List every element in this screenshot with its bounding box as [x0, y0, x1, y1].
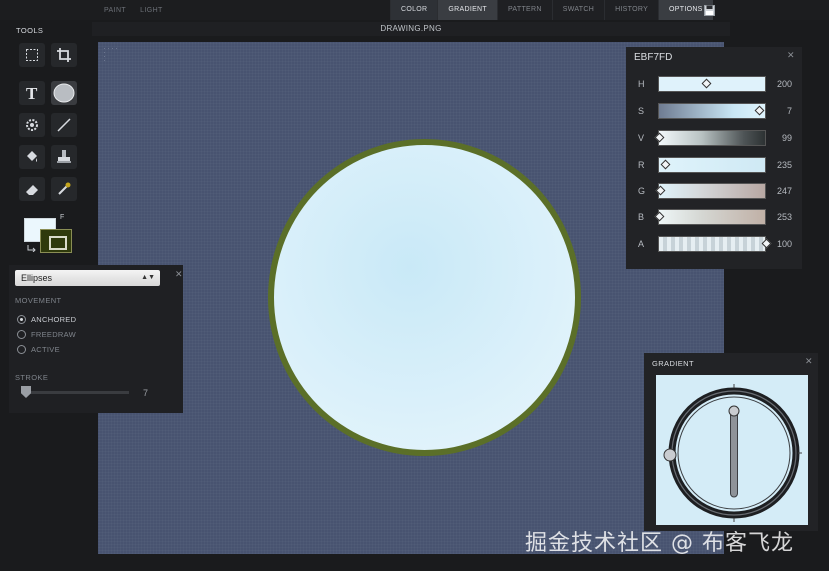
- movement-label: MOVEMENT: [15, 296, 62, 305]
- menu-paint[interactable]: PAINT: [104, 7, 126, 14]
- radio-freedraw[interactable]: FREEDRAW: [17, 328, 137, 340]
- color-hex[interactable]: EBF7FD: [634, 52, 672, 63]
- tools-title: TOOLS: [16, 26, 44, 35]
- channel-name: A: [638, 239, 645, 249]
- svg-text:T: T: [26, 85, 38, 101]
- shape-tool[interactable]: [19, 113, 45, 137]
- channel-row-g: G 247: [626, 183, 802, 199]
- radio-active-label: ACTIVE: [31, 344, 60, 354]
- channel-row-a: A 100: [626, 236, 802, 252]
- panel-tabs: COLOR GRADIENT PATTERN SWATCH HISTORY OP…: [390, 0, 713, 20]
- radio-anchored[interactable]: ANCHORED: [17, 313, 137, 325]
- eraser-tool[interactable]: [19, 177, 45, 201]
- stroke-slider-track[interactable]: [23, 391, 129, 394]
- channel-row-r: R 235: [626, 157, 802, 173]
- floppy-disk-icon: [703, 4, 715, 16]
- gradient-title: GRADIENT: [652, 359, 694, 368]
- channel-value: 247: [776, 186, 792, 196]
- marquee-tool[interactable]: [19, 43, 45, 67]
- eraser-icon: [26, 185, 38, 195]
- radio-dot-icon: [17, 344, 26, 354]
- channel-name: B: [638, 212, 645, 222]
- canvas-corner-marks: [104, 48, 117, 61]
- radio-freedraw-label: FREEDRAW: [31, 329, 77, 339]
- save-button[interactable]: [701, 2, 717, 18]
- tab-gradient[interactable]: GRADIENT: [437, 0, 497, 20]
- text-tool[interactable]: T: [19, 81, 45, 105]
- channel-value: 235: [776, 160, 792, 170]
- crop-icon: [57, 48, 71, 62]
- channel-name: S: [638, 106, 645, 116]
- radio-dot-icon: [17, 329, 26, 339]
- top-menu-bar: PAINT LIGHT COLOR GRADIENT PATTERN SWATC…: [0, 0, 829, 20]
- b-slider[interactable]: [658, 209, 766, 225]
- stroke-value: 7: [143, 388, 149, 398]
- tab-pattern[interactable]: PATTERN: [496, 0, 552, 20]
- gear-icon: [26, 119, 38, 131]
- stamp-icon: [57, 150, 71, 163]
- paint-bucket-icon: [27, 151, 37, 162]
- eyedropper-tool[interactable]: [51, 177, 77, 201]
- channel-value: 200: [776, 79, 792, 89]
- r-slider[interactable]: [658, 157, 766, 173]
- ellipse-icon: [53, 83, 75, 103]
- ellipse-tool[interactable]: [51, 81, 77, 105]
- channel-row-b: B 253: [626, 209, 802, 225]
- channel-row-v: V 99: [626, 130, 802, 146]
- shape-type-select[interactable]: Ellipses ▲▼: [15, 270, 160, 286]
- radio-active[interactable]: ACTIVE: [17, 343, 137, 355]
- shape-type-value: Ellipses: [21, 273, 53, 283]
- stroke-slider-handle[interactable]: [21, 386, 31, 398]
- channel-value: 100: [776, 239, 792, 249]
- g-slider[interactable]: [658, 183, 766, 199]
- bucket-tool[interactable]: [19, 145, 45, 169]
- channel-value: 253: [776, 212, 792, 222]
- color-panel: EBF7FD ✕ H 200 S 7 V 99 R 235 G 247 B 25…: [626, 47, 802, 269]
- line-icon: [57, 118, 71, 132]
- channel-name: H: [638, 79, 645, 89]
- crop-tool[interactable]: [51, 43, 77, 67]
- close-icon[interactable]: ✕: [787, 50, 795, 61]
- stamp-tool[interactable]: [51, 145, 77, 169]
- s-slider[interactable]: [658, 103, 766, 119]
- radio-dot-icon: [17, 314, 26, 324]
- gradient-panel: GRADIENT ✕: [644, 353, 818, 531]
- close-icon[interactable]: ✕: [805, 356, 813, 367]
- stroke-label: STROKE: [15, 373, 49, 382]
- channel-value: 7: [786, 106, 792, 116]
- a-slider[interactable]: [658, 236, 766, 252]
- gradient-editor[interactable]: [656, 375, 808, 525]
- tab-swatch[interactable]: SWATCH: [551, 0, 605, 20]
- radio-anchored-label: ANCHORED: [31, 314, 77, 324]
- line-tool[interactable]: [51, 113, 77, 137]
- channel-name: V: [638, 133, 645, 143]
- channel-name: R: [638, 160, 645, 170]
- tab-history[interactable]: HISTORY: [604, 0, 659, 20]
- gradient-angle-dial[interactable]: [656, 375, 808, 525]
- swap-colors-icon[interactable]: [27, 244, 37, 252]
- ellipse-shape[interactable]: [268, 139, 581, 456]
- foreground-color-swatch[interactable]: [40, 229, 72, 253]
- marquee-icon: [26, 49, 38, 61]
- text-icon: T: [26, 85, 38, 101]
- watermark: 掘金技术社区 @ 布客飞龙: [525, 531, 794, 556]
- h-slider[interactable]: [658, 76, 766, 92]
- swatch-label: F: [60, 214, 65, 221]
- close-icon[interactable]: ✕: [175, 269, 183, 280]
- mode-menu: PAINT LIGHT: [104, 0, 163, 20]
- shape-options-panel: Ellipses ▲▼ ✕ MOVEMENT ANCHORED FREEDRAW…: [9, 265, 183, 413]
- tab-color[interactable]: COLOR: [390, 0, 438, 20]
- document-title: DRAWING.PNG: [92, 22, 730, 36]
- eyedropper-icon: [58, 182, 71, 195]
- channel-value: 99: [781, 133, 792, 143]
- chevron-updown-icon: ▲▼: [141, 274, 155, 281]
- menu-light[interactable]: LIGHT: [140, 7, 163, 14]
- channel-row-s: S 7: [626, 103, 802, 119]
- v-slider[interactable]: [658, 130, 766, 146]
- channel-row-h: H 200: [626, 76, 802, 92]
- channel-name: G: [638, 186, 646, 196]
